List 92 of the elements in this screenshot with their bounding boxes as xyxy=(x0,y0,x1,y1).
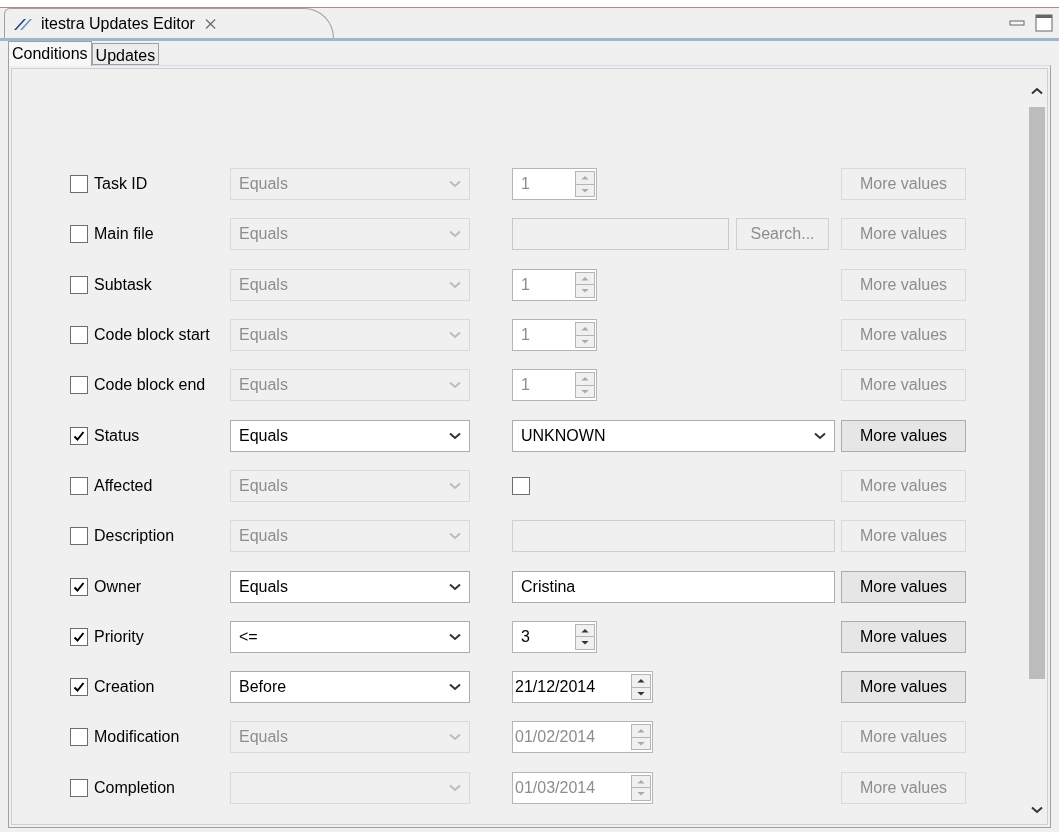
condition-label: Status xyxy=(94,425,140,446)
more-values-button[interactable]: More values xyxy=(841,218,966,251)
checkbox[interactable] xyxy=(70,275,88,294)
checkbox[interactable] xyxy=(70,426,88,445)
condition-label: Completion xyxy=(94,777,175,798)
chevron-down-icon xyxy=(449,733,461,742)
editor-title: itestra Updates Editor xyxy=(41,13,195,34)
close-button[interactable]: ⨯ xyxy=(202,14,218,33)
more-values-button[interactable]: More values xyxy=(841,268,966,301)
operator-dropdown[interactable]: Equals xyxy=(230,469,470,502)
chevron-down-icon xyxy=(449,683,461,692)
checkbox[interactable] xyxy=(70,476,88,495)
more-values-button[interactable]: More values xyxy=(841,369,966,402)
checkbox[interactable] xyxy=(70,627,88,646)
checkbox[interactable] xyxy=(512,476,530,495)
input-field[interactable] xyxy=(512,218,729,251)
number-field[interactable]: 1 xyxy=(512,369,597,402)
scroll-down-icon[interactable] xyxy=(1031,806,1043,814)
operator-dropdown[interactable]: Equals xyxy=(230,218,470,251)
condition-label: Code block end xyxy=(94,375,206,396)
maximize-icon[interactable] xyxy=(1035,14,1053,32)
condition-label: Modification xyxy=(94,727,180,748)
number-field[interactable]: 1 xyxy=(512,319,597,352)
input-field[interactable] xyxy=(512,520,835,553)
checkbox[interactable] xyxy=(70,728,88,747)
operator-dropdown[interactable]: Equals xyxy=(230,570,470,603)
chevron-down-icon xyxy=(449,532,461,541)
condition-label: Task ID xyxy=(94,174,148,195)
operator-dropdown[interactable]: Equals xyxy=(230,168,470,201)
operator-dropdown[interactable]: Equals xyxy=(230,520,470,553)
chevron-down-icon xyxy=(449,582,461,591)
checkbox[interactable] xyxy=(70,326,88,345)
condition-label: Owner xyxy=(94,576,142,597)
operator-dropdown[interactable]: Before xyxy=(230,671,470,704)
more-values-button[interactable]: More values xyxy=(841,570,966,603)
editor-icon xyxy=(13,16,33,31)
value-dropdown[interactable]: UNKNOWN xyxy=(512,419,835,452)
condition-label: Priority xyxy=(94,626,144,647)
date-field[interactable]: 01/02/2014 xyxy=(512,721,653,754)
more-values-button[interactable]: More values xyxy=(841,771,966,804)
chevron-down-icon xyxy=(449,331,461,340)
more-values-button[interactable]: More values xyxy=(841,671,966,704)
checkbox[interactable] xyxy=(70,175,88,194)
number-field[interactable]: 1 xyxy=(512,268,597,301)
condition-label: Main file xyxy=(94,224,154,245)
chevron-down-icon xyxy=(449,783,461,792)
spinner-arrows[interactable] xyxy=(575,623,595,650)
date-field[interactable]: 01/03/2014 xyxy=(512,771,653,804)
condition-label: Code block start xyxy=(94,325,210,346)
date-field[interactable]: 21/12/2014 xyxy=(512,671,653,704)
checkbox[interactable] xyxy=(70,376,88,395)
condition-label: Description xyxy=(94,526,175,547)
operator-dropdown[interactable]: Equals xyxy=(230,319,470,352)
operator-dropdown[interactable]: Equals xyxy=(230,721,470,754)
tab[interactable]: Updates xyxy=(91,43,160,65)
chevron-down-icon xyxy=(449,230,461,239)
more-values-button[interactable]: More values xyxy=(841,419,966,452)
checkbox[interactable] xyxy=(70,527,88,546)
chevron-down-icon xyxy=(449,431,461,440)
minimize-icon[interactable] xyxy=(1009,20,1025,26)
operator-dropdown[interactable]: <= xyxy=(230,620,470,653)
chevron-down-icon xyxy=(814,431,826,440)
operator-dropdown[interactable]: Equals xyxy=(230,369,470,402)
chevron-down-icon xyxy=(449,481,461,490)
condition-label: Affected xyxy=(94,475,153,496)
number-field[interactable]: 1 xyxy=(512,168,597,201)
scroll-up-icon[interactable] xyxy=(1031,87,1043,95)
checkbox[interactable] xyxy=(70,678,88,697)
tab[interactable]: Conditions xyxy=(8,41,92,66)
number-field[interactable]: 3 xyxy=(512,620,597,653)
chevron-down-icon xyxy=(449,180,461,189)
more-values-button[interactable]: More values xyxy=(841,469,966,502)
more-values-button[interactable]: More values xyxy=(841,620,966,653)
operator-dropdown[interactable]: Equals xyxy=(230,268,470,301)
more-values-button[interactable]: More values xyxy=(841,721,966,754)
input-field[interactable]: Cristina xyxy=(512,570,835,603)
checkbox[interactable] xyxy=(70,778,88,797)
editor-tab[interactable]: itestra Updates Editor ⨯ xyxy=(4,8,334,38)
chevron-down-icon xyxy=(449,632,461,641)
spinner-arrows[interactable] xyxy=(631,674,651,701)
condition-label: Creation xyxy=(94,677,155,698)
operator-dropdown[interactable]: Equals xyxy=(230,419,470,452)
scrollbar-thumb[interactable] xyxy=(1029,107,1045,679)
chevron-down-icon xyxy=(449,280,461,289)
more-values-button[interactable]: More values xyxy=(841,168,966,201)
chevron-down-icon xyxy=(449,381,461,390)
condition-label: Subtask xyxy=(94,274,152,295)
more-values-button[interactable]: More values xyxy=(841,319,966,352)
checkbox[interactable] xyxy=(70,577,88,596)
more-values-button[interactable]: More values xyxy=(841,520,966,553)
checkbox[interactable] xyxy=(70,225,88,244)
search-button[interactable]: Search... xyxy=(736,218,829,251)
